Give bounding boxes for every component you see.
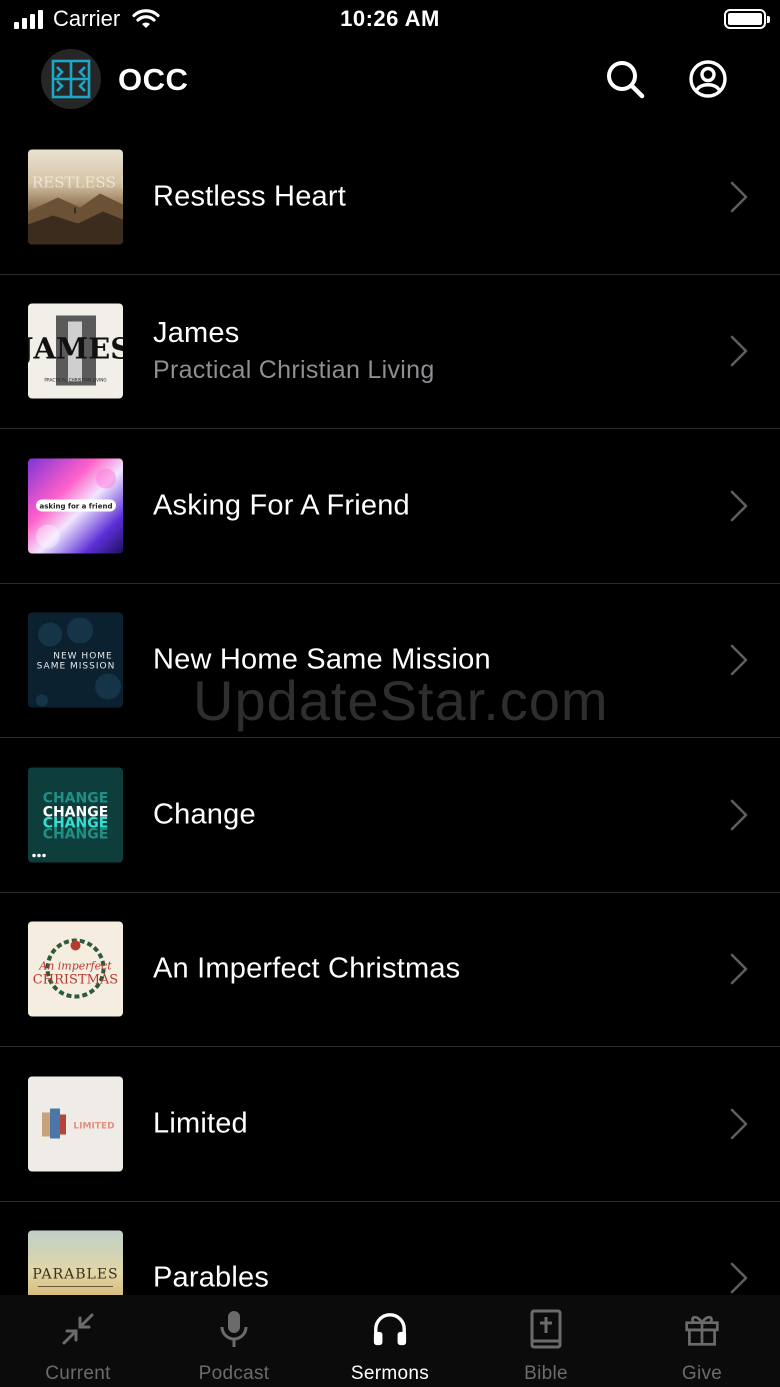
chevron-right-icon	[730, 1262, 748, 1294]
svg-text:CHANGE: CHANGE	[43, 826, 109, 842]
chevron-right-icon	[730, 644, 748, 676]
gift-icon	[685, 1315, 719, 1346]
sermon-thumbnail: An imperfect CHRISTMAS	[28, 921, 123, 1017]
tab-podcast[interactable]: Podcast	[156, 1295, 312, 1387]
chevron-right-icon	[730, 335, 748, 367]
tab-sermons[interactable]: Sermons	[312, 1295, 468, 1387]
chevron-right-icon	[730, 799, 748, 831]
search-button[interactable]	[604, 58, 646, 100]
sermon-row[interactable]: LIMITED Limited	[0, 1047, 780, 1202]
sermon-text: Parables	[153, 1262, 269, 1295]
tab-current[interactable]: Current	[0, 1295, 156, 1387]
bible-icon	[530, 1309, 562, 1349]
sermon-thumbnail: NEW HOME SAME MISSION	[28, 612, 123, 708]
sermon-thumbnail: asking for a friend	[28, 458, 123, 554]
sermon-title: Restless Heart	[153, 180, 346, 213]
church-logo-icon[interactable]	[41, 49, 101, 109]
tab-label: Current	[45, 1363, 111, 1384]
thumbnail-subtext: SAME MISSION	[37, 662, 116, 672]
sermon-text: An Imperfect Christmas	[153, 953, 460, 986]
sermon-thumbnail: RESTLESS HEART	[28, 149, 123, 245]
collapse-arrows-icon	[62, 1313, 94, 1345]
thumbnail-text: LIMITED	[73, 1121, 114, 1131]
sermon-row[interactable]: CHANGE CHANGE CHANGE CHANGE Change	[0, 738, 780, 893]
app-title: OCC	[118, 62, 189, 97]
tab-label: Sermons	[350, 1363, 430, 1384]
status-bar: Carrier 10:26 AM	[0, 0, 780, 40]
sermon-text: Asking For A Friend	[153, 489, 410, 522]
sermon-subtitle: Practical Christian Living	[153, 356, 435, 385]
tab-label: Podcast	[198, 1363, 270, 1384]
sermon-text: Restless Heart	[153, 180, 346, 213]
sermon-title: James	[153, 317, 240, 350]
sermon-title: Limited	[153, 1107, 248, 1140]
thumbnail-text: JAMES	[28, 332, 123, 366]
sermon-row[interactable]: JAMES PRACTICAL CHRISTIAN LIVING James P…	[0, 275, 780, 429]
tab-bible[interactable]: Bible	[468, 1295, 624, 1387]
thumbnail-subtext: PRACTICAL CHRISTIAN LIVING	[44, 378, 106, 383]
sermon-row[interactable]: RESTLESS HEART Restless Heart	[0, 120, 780, 275]
sermon-thumbnail: PARABLES	[28, 1230, 123, 1295]
thumbnail-subtext: CHRISTMAS	[33, 973, 118, 988]
tab-label: Bible	[524, 1363, 568, 1384]
thumbnail-text: RESTLESS HEART	[32, 173, 123, 191]
sermon-text: James Practical Christian Living	[153, 317, 435, 385]
tab-bar: Current Podcast Sermons Bible Give	[0, 1295, 780, 1387]
status-time: 10:26 AM	[340, 6, 440, 31]
thumbnail-text: NEW HOME	[53, 652, 112, 662]
chevron-right-icon	[730, 953, 748, 985]
sermon-title: An Imperfect Christmas	[153, 952, 461, 985]
sermon-row[interactable]: asking for a friend Asking For A Friend	[0, 429, 780, 584]
battery-icon	[724, 9, 770, 29]
chevron-right-icon	[730, 1108, 748, 1140]
sermon-list: RESTLESS HEART Restless Heart JAMES PRAC…	[0, 120, 780, 1295]
sermon-text: Limited	[153, 1107, 248, 1140]
search-icon	[607, 61, 645, 99]
chevron-right-icon	[730, 490, 748, 522]
sermon-title: New Home Same Mission	[153, 643, 491, 676]
thumbnail-text: PARABLES	[32, 1267, 118, 1283]
microphone-icon	[220, 1311, 248, 1347]
sermon-row[interactable]: PARABLES Parables	[0, 1202, 780, 1295]
profile-icon	[689, 60, 727, 98]
profile-button[interactable]	[687, 58, 729, 100]
tab-give[interactable]: Give	[624, 1295, 780, 1387]
sermon-text: New Home Same Mission	[153, 644, 491, 677]
chevron-right-icon	[730, 181, 748, 213]
app-header: OCC	[0, 40, 780, 120]
sermon-thumbnail: JAMES PRACTICAL CHRISTIAN LIVING	[28, 303, 123, 399]
sermon-title: Change	[153, 798, 256, 831]
sermon-thumbnail: CHANGE CHANGE CHANGE CHANGE	[28, 767, 123, 863]
sermon-row[interactable]: An imperfect CHRISTMAS An Imperfect Chri…	[0, 893, 780, 1047]
sermon-title: Asking For A Friend	[153, 489, 410, 522]
sermon-row[interactable]: NEW HOME SAME MISSION New Home Same Miss…	[0, 584, 780, 738]
tab-label: Give	[681, 1363, 723, 1384]
headphones-icon	[373, 1313, 407, 1346]
thumbnail-text: An imperfect	[38, 960, 112, 973]
sermon-text: Change	[153, 798, 256, 831]
sermon-title: Parables	[153, 1261, 270, 1294]
thumbnail-text: asking for a friend	[40, 502, 113, 510]
sermon-thumbnail: LIMITED	[28, 1076, 123, 1172]
